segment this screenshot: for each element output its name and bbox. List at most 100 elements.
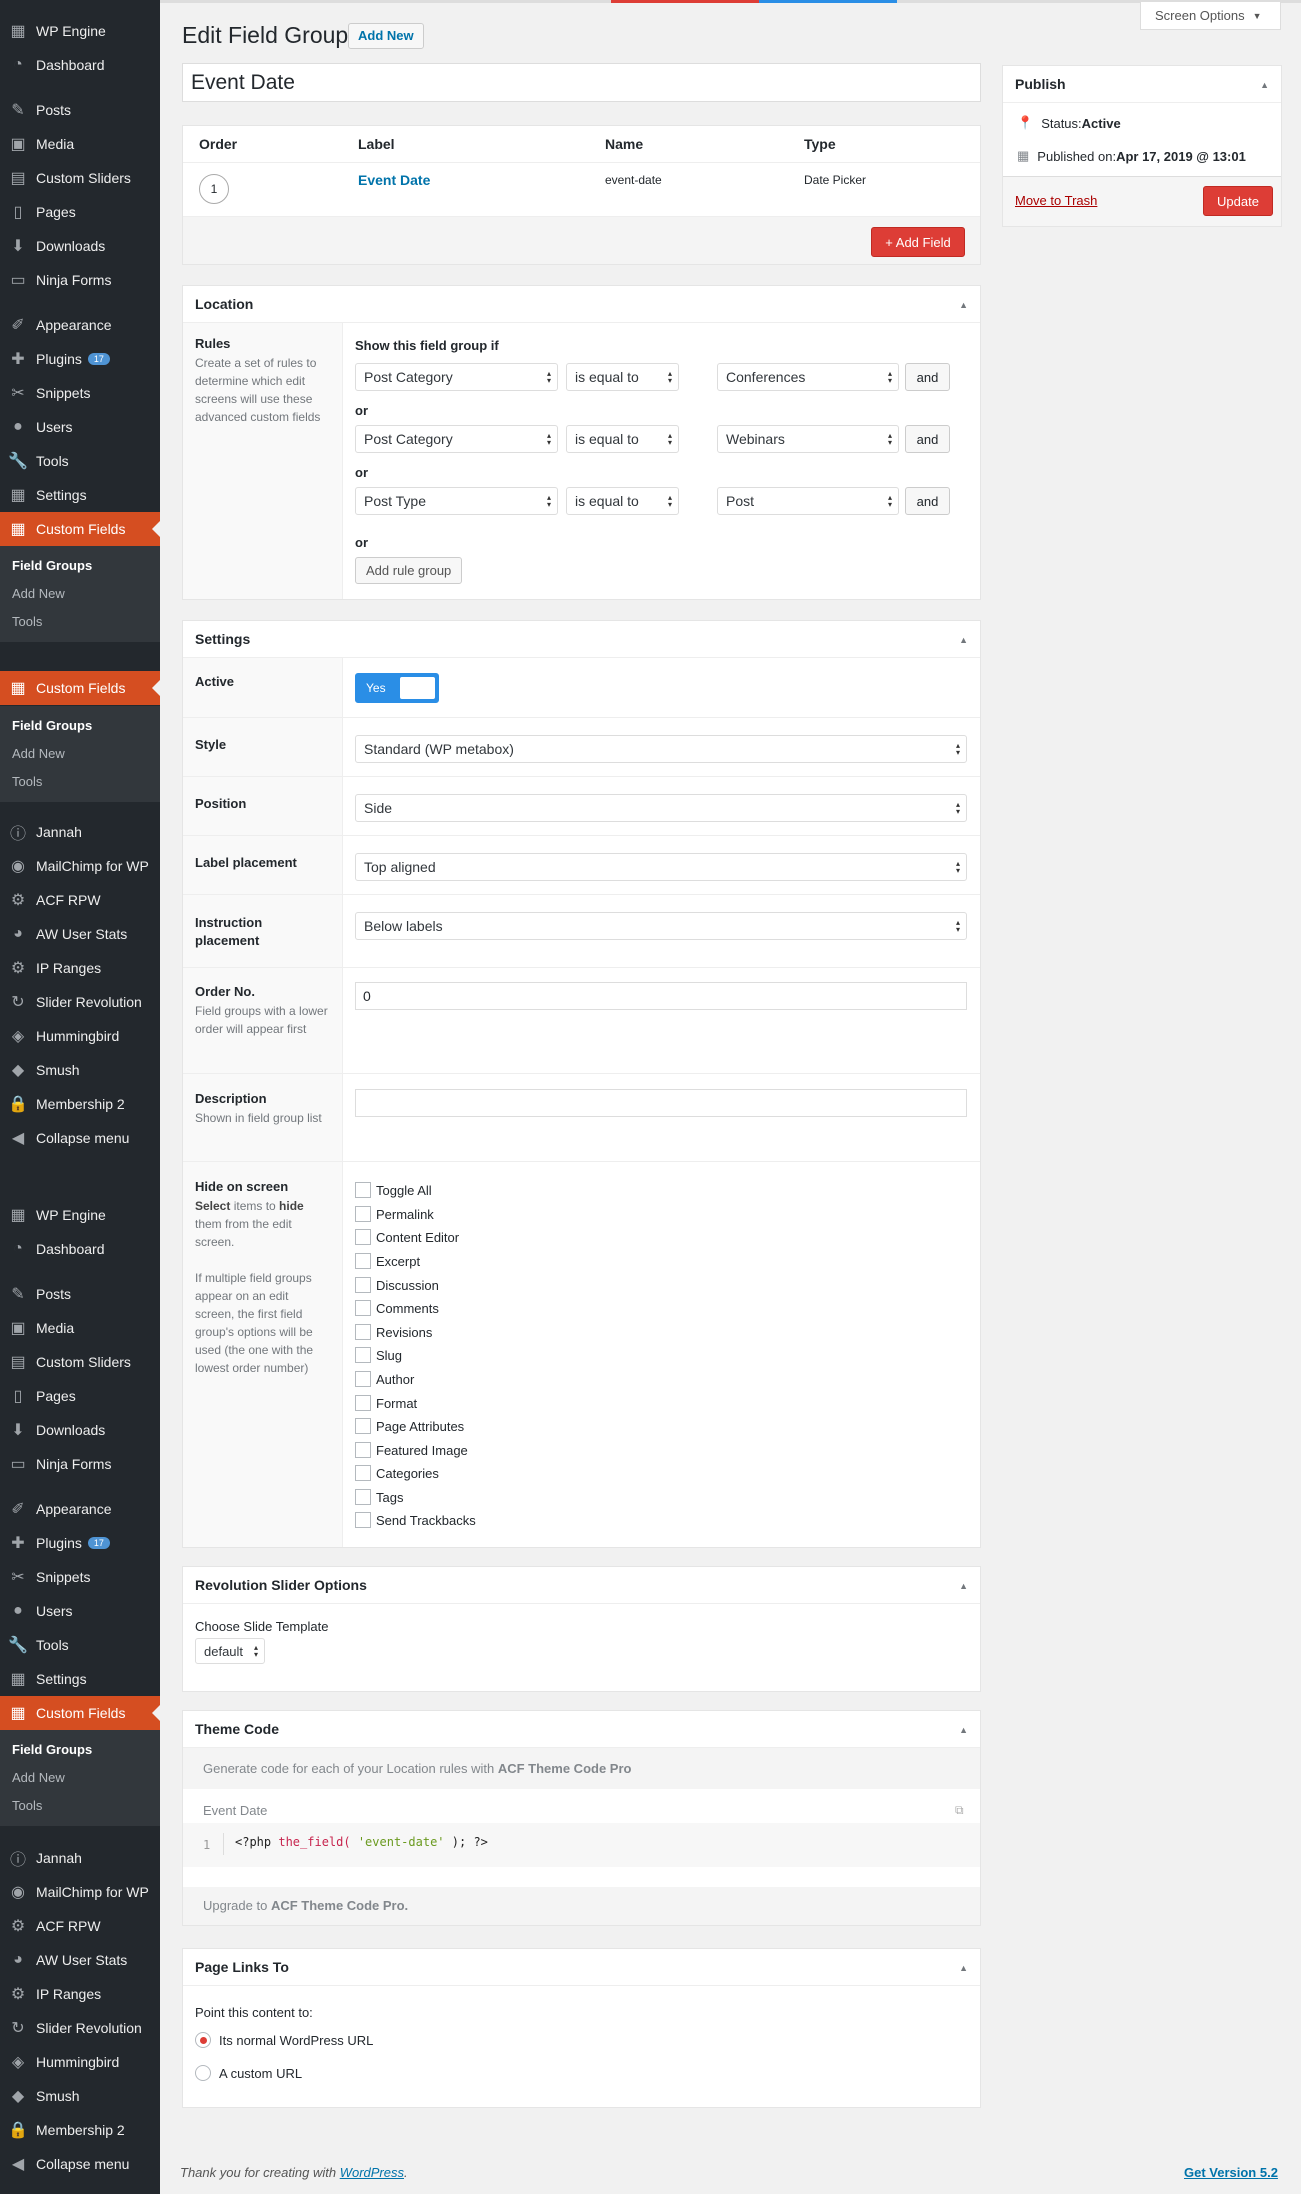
active-toggle[interactable]: Yes [355, 673, 439, 703]
hide-checkbox[interactable]: Comments [355, 1300, 439, 1316]
hide-checkbox[interactable]: Content Editor [355, 1229, 459, 1245]
submenu-item[interactable]: Tools [12, 1798, 42, 1813]
sidebar-item[interactable]: ▯ Pages [0, 195, 160, 229]
sidebar-item[interactable]: ↻ Slider Revolution [0, 985, 160, 1019]
submenu-item[interactable]: Add New [12, 1770, 65, 1785]
sidebar-item[interactable]: ▦ WP Engine [0, 14, 160, 48]
add-new-button[interactable]: Add New [348, 23, 424, 49]
sidebar-item[interactable]: ◈ Hummingbird [0, 2045, 160, 2079]
sidebar-item[interactable]: 🔒 Membership 2 [0, 2113, 160, 2147]
sidebar-item[interactable]: ◀ Collapse menu [0, 2147, 160, 2181]
hide-checkbox[interactable]: Send Trackbacks [355, 1512, 476, 1528]
rule-and-button[interactable]: and [905, 363, 950, 391]
sidebar-item[interactable]: ⬇ Downloads [0, 229, 160, 263]
rule-and-button[interactable]: and [905, 487, 950, 515]
sidebar-item[interactable]: ▣ Media [0, 1311, 160, 1345]
sidebar-item[interactable]: ⚙ ACF RPW [0, 883, 160, 917]
hide-checkbox[interactable]: Excerpt [355, 1253, 420, 1269]
rule-value-select[interactable]: Post [717, 487, 899, 515]
sidebar-item[interactable]: ✐ Appearance [0, 1492, 160, 1526]
sidebar-item[interactable]: ▦ Custom Fields [0, 1696, 160, 1730]
submenu-item[interactable]: Field Groups [12, 718, 92, 733]
rule-operator-select[interactable]: is equal to [566, 363, 679, 391]
sidebar-item[interactable]: 🔧 Tools [0, 444, 160, 478]
theme-code-header[interactable]: Theme Code ▲ [183, 1711, 980, 1748]
wordpress-link[interactable]: WordPress [340, 2165, 404, 2180]
hide-checkbox[interactable]: Featured Image [355, 1442, 468, 1458]
collapse-caret-icon[interactable]: ▲ [959, 1581, 968, 1591]
hide-checkbox[interactable]: Tags [355, 1489, 403, 1505]
submenu-item[interactable]: Tools [12, 774, 42, 789]
hide-checkbox[interactable]: Author [355, 1371, 414, 1387]
submenu-item[interactable]: Field Groups [12, 558, 92, 573]
radio-normal-url[interactable]: Its normal WordPress URL [195, 2032, 373, 2048]
hide-checkbox[interactable]: Discussion [355, 1277, 439, 1293]
rule-param-select[interactable]: Post Category [355, 425, 558, 453]
radio-custom-url[interactable]: A custom URL [195, 2065, 302, 2081]
publish-header[interactable]: Publish ▲ [1003, 66, 1281, 103]
sidebar-item[interactable]: ✎ Posts [0, 93, 160, 127]
rule-param-select[interactable]: Post Type [355, 487, 558, 515]
page-links-header[interactable]: Page Links To ▲ [183, 1949, 980, 1986]
sidebar-item[interactable]: ◉ MailChimp for WP [0, 849, 160, 883]
sidebar-item[interactable]: ⚙ IP Ranges [0, 951, 160, 985]
sidebar-item[interactable]: ▤ Custom Sliders [0, 1345, 160, 1379]
sidebar-item[interactable]: ▦ Custom Fields [0, 512, 160, 546]
screen-options-button[interactable]: Screen Options ▼ [1140, 2, 1281, 30]
sidebar-item[interactable]: ✎ Posts [0, 1277, 160, 1311]
sidebar-item[interactable]: 🔧 Tools [0, 1628, 160, 1662]
sidebar-item[interactable]: ⚙ IP Ranges [0, 1977, 160, 2011]
move-to-trash-link[interactable]: Move to Trash [1015, 193, 1097, 208]
copy-icon[interactable]: ⧉ [955, 1803, 964, 1818]
location-header[interactable]: Location ▲ [183, 286, 980, 323]
sidebar-item[interactable]: ✐ Appearance [0, 308, 160, 342]
settings-header[interactable]: Settings ▲ [183, 621, 980, 658]
sidebar-item[interactable]: ✂ Snippets [0, 376, 160, 410]
sidebar-item[interactable]: ↻ Slider Revolution [0, 2011, 160, 2045]
sidebar-item[interactable]: ◉ MailChimp for WP [0, 1875, 160, 1909]
sidebar-item[interactable]: ▦ Settings [0, 1662, 160, 1696]
sidebar-item[interactable]: ▯ Pages [0, 1379, 160, 1413]
add-field-button[interactable]: + Add Field [871, 227, 965, 257]
sidebar-item[interactable]: ▦ Custom Fields [0, 671, 160, 705]
style-select[interactable]: Standard (WP metabox) [355, 735, 967, 763]
sidebar-item[interactable]: ✂ Snippets [0, 1560, 160, 1594]
sidebar-item[interactable]: ✚ Plugins 17 [0, 1526, 160, 1560]
rule-param-select[interactable]: Post Category [355, 363, 558, 391]
get-version-link[interactable]: Get Version 5.2 [1184, 2165, 1278, 2180]
rule-operator-select[interactable]: is equal to [566, 425, 679, 453]
sidebar-item[interactable]: ✚ Plugins 17 [0, 342, 160, 376]
rule-value-select[interactable]: Conferences [717, 363, 899, 391]
sidebar-item[interactable]: ▣ Media [0, 127, 160, 161]
sidebar-item[interactable]: ▤ Custom Sliders [0, 161, 160, 195]
hide-checkbox[interactable]: Categories [355, 1465, 439, 1481]
collapse-caret-icon[interactable]: ▲ [959, 1963, 968, 1973]
hide-checkbox[interactable]: Toggle All [355, 1182, 432, 1198]
sidebar-item[interactable]: 🔒 Membership 2 [0, 1087, 160, 1121]
add-rule-group-button[interactable]: Add rule group [355, 557, 463, 584]
title-input[interactable]: Event Date [182, 63, 981, 102]
sidebar-item[interactable]: ⓘ Jannah [0, 815, 160, 849]
submenu-item[interactable]: Add New [12, 746, 65, 761]
sidebar-item[interactable]: ◕ AW User Stats [0, 1943, 160, 1977]
submenu-item[interactable]: Tools [12, 614, 42, 629]
hide-checkbox[interactable]: Page Attributes [355, 1418, 464, 1434]
rule-operator-select[interactable]: is equal to [566, 487, 679, 515]
sidebar-item[interactable]: ▦ Settings [0, 478, 160, 512]
collapse-caret-icon[interactable]: ▲ [959, 1725, 968, 1735]
sidebar-item[interactable]: ⬇ Downloads [0, 1413, 160, 1447]
sidebar-item[interactable]: ⓘ Jannah [0, 1841, 160, 1875]
sidebar-item[interactable]: ● Users [0, 1594, 160, 1628]
revslider-header[interactable]: Revolution Slider Options ▲ [183, 1567, 980, 1604]
sidebar-item[interactable]: ◕ AW User Stats [0, 917, 160, 951]
collapse-caret-icon[interactable]: ▲ [959, 635, 968, 645]
sidebar-item[interactable]: ▭ Ninja Forms [0, 263, 160, 297]
sidebar-item[interactable]: ▦ WP Engine [0, 1198, 160, 1232]
sidebar-item[interactable]: ◆ Smush [0, 2079, 160, 2113]
sidebar-item[interactable]: ⚙ ACF RPW [0, 1909, 160, 1943]
sidebar-item[interactable]: ● Users [0, 410, 160, 444]
slide-template-select[interactable]: default [195, 1638, 265, 1664]
order-input[interactable]: 0 [355, 982, 967, 1010]
sidebar-item[interactable]: ▭ Ninja Forms [0, 1447, 160, 1481]
hide-checkbox[interactable]: Format [355, 1395, 417, 1411]
